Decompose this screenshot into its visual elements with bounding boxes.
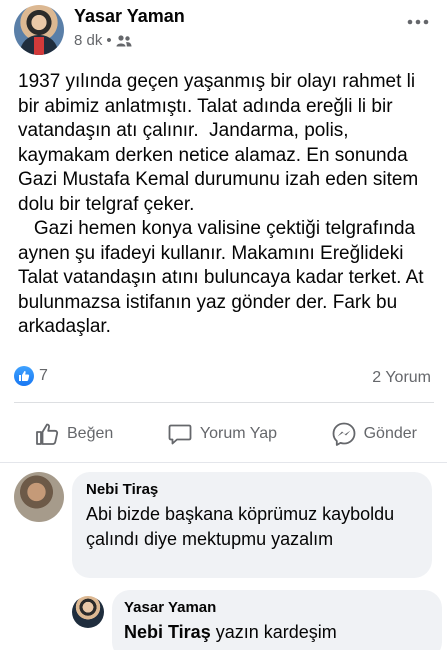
mention-tag[interactable]: Nebi Tiraş (124, 622, 211, 642)
commenter-avatar[interactable] (14, 472, 64, 522)
comment-bubble: Nebi Tiraş Abi bizde başkana köprümuz ka… (72, 472, 432, 578)
share-button[interactable]: Gönder (331, 421, 417, 447)
reply-author-name[interactable]: Yasar Yaman (124, 599, 430, 616)
comment-count[interactable]: 2 Yorum (372, 369, 431, 387)
author-name[interactable]: Yasar Yaman (74, 6, 185, 27)
comment-label: Yorum Yap (199, 425, 277, 442)
like-reaction-icon (14, 366, 34, 386)
commenter-name[interactable]: Nebi Tiraş (86, 481, 418, 498)
comment-text: Abi bizde başkana köprümuz kayboldu çalı… (86, 504, 395, 549)
divider (14, 402, 434, 403)
post-time[interactable]: 8 dk (74, 32, 102, 49)
post-meta: 8 dk • (74, 32, 132, 49)
post-header: Yasar Yaman 8 dk • (0, 0, 447, 62)
post-body: 1937 yılında geçen yaşanmış bir olayı ra… (18, 70, 438, 340)
comment-bubble-icon (168, 424, 192, 445)
author-avatar[interactable] (14, 5, 64, 55)
reply-author-avatar[interactable] (72, 596, 104, 628)
reaction-summary[interactable]: 7 (14, 366, 48, 386)
divider (0, 462, 447, 463)
like-button[interactable]: Beğen (34, 421, 113, 447)
more-options-icon[interactable] (407, 8, 429, 31)
reply-text: Nebi Tiraş yazın kardeşim (124, 620, 430, 645)
meta-separator: • (106, 32, 112, 49)
comment-button[interactable]: Yorum Yap (167, 421, 277, 447)
reply-message: yazın kardeşim (210, 622, 337, 642)
post-paragraph-1: 1937 yılında geçen yaşanmış bir olayı ra… (18, 71, 424, 215)
thumbs-up-icon (36, 423, 59, 445)
avatar-tie (34, 37, 44, 55)
reaction-count: 7 (39, 367, 48, 384)
friends-icon (116, 34, 132, 46)
messenger-icon (332, 422, 356, 446)
post-actions: Beğen Yorum Yap Gönder (0, 412, 447, 456)
like-label: Beğen (67, 425, 114, 442)
share-label: Gönder (363, 425, 417, 442)
post-paragraph-2: Gazi hemen konya valisine çektiği telgra… (18, 218, 431, 337)
reply-bubble: Yasar Yaman Nebi Tiraş yazın kardeşim (112, 590, 442, 650)
